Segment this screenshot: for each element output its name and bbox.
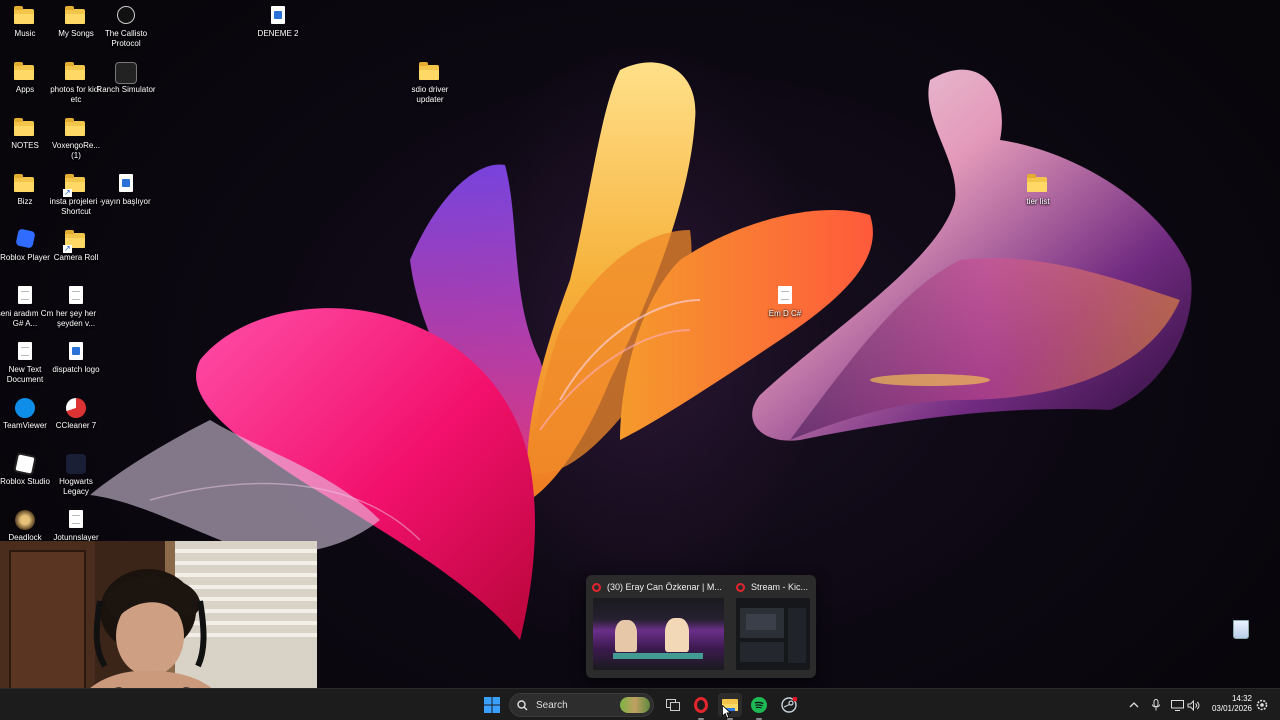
folder-icon [1027,174,1047,192]
teamviewer-icon [15,398,35,418]
opera-gx-icon [736,583,745,592]
icon-label: Em D C# [768,309,802,318]
desktop-icon-deneme-2[interactable]: DENEME 2 [250,6,306,39]
folder-shortcut-icon [65,230,85,248]
icon-label: CCleaner 7 [55,421,97,430]
desktop-icon-em-d-c[interactable]: Em D C# [757,286,813,319]
windows-start-icon [484,697,500,713]
folder-icon [14,62,34,80]
icon-label: Camera Roll [53,253,99,262]
tray-overflow-button[interactable] [1127,693,1141,717]
folder-icon [419,62,439,80]
tray-clock[interactable]: 14:32 03/01/2026 [1200,694,1252,714]
icon-label: yayın başlıyor [101,197,151,206]
icon-label: tier list [1026,197,1050,206]
folder-icon [65,118,85,136]
taskbar-app-steam[interactable] [778,693,800,717]
recycle-bin-icon [1233,620,1249,639]
desktop-icon-tier-list[interactable]: tier list [1010,174,1066,207]
ranch-simulator-icon [115,62,137,84]
callisto-protocol-icon [117,6,135,24]
icon-label: Ranch Simulator [96,85,156,94]
chevron-up-icon [1129,702,1139,708]
file-icon [69,510,83,528]
desktop-icon-callisto-protocol[interactable]: The Callisto Protocol [98,6,154,49]
tray-volume[interactable] [1186,693,1200,717]
desktop-icon-voxengo[interactable]: VoxengoRe... (1) [48,118,104,161]
image-file-icon [69,342,83,360]
deadlock-icon [15,510,35,530]
desktop-icon-hogwarts-legacy[interactable]: Hogwarts Legacy [48,454,104,497]
taskbar-thumbnail-preview: (30) Eray Can Özkenar | M... Stream - Ki… [586,575,816,678]
clock-date: 03/01/2026 [1211,704,1252,713]
desktop-icon-jotunnslayer[interactable]: Jotunnslayer [48,510,104,543]
microphone-icon [1152,699,1160,711]
text-file-icon [18,286,32,304]
gear-icon [1256,699,1268,711]
opera-gx-icon [592,583,601,592]
folder-shortcut-icon [65,174,85,192]
icon-label: DENEME 2 [257,29,299,38]
steam-icon [781,697,797,713]
image-file-icon [271,6,285,24]
tray-microphone[interactable] [1149,693,1163,717]
task-view-button[interactable] [663,693,683,717]
roblox-studio-icon [13,452,37,476]
icon-label: her şey her şeyden v... [55,309,97,328]
icon-label: sdio driver updater [411,85,449,104]
desktop-icon-yayin-basliyor[interactable]: yayın başlıyor [98,174,154,207]
taskbar-search-box[interactable]: Search [509,693,654,717]
network-icon [1170,699,1184,711]
taskbar-app-opera-gx[interactable] [690,693,712,720]
text-file-icon [69,286,83,304]
taskbar-app-spotify[interactable] [748,693,770,720]
search-highlight-icon [620,697,650,713]
folder-icon [65,62,85,80]
icon-label: The Callisto Protocol [104,29,148,48]
folder-icon [65,6,85,24]
desktop-icon-dispatch-logo[interactable]: dispatch logo [48,342,104,375]
ccleaner-icon [66,398,86,418]
desktop-icon-recycle-bin[interactable] [1213,620,1269,640]
preview-thumbnail-stream[interactable] [736,598,810,670]
volume-icon [1187,699,1199,711]
notifications-button[interactable] [1254,693,1270,717]
search-icon [517,699,528,710]
text-file-icon [18,342,32,360]
desktop-icon-her-sey[interactable]: her şey her şeyden v... [48,286,104,329]
hogwarts-legacy-icon [66,454,86,474]
icon-label: Hogwarts Legacy [59,477,93,496]
text-file-icon [778,286,792,304]
start-button[interactable] [480,693,504,717]
desktop-icon-ccleaner[interactable]: CCleaner 7 [48,398,104,431]
folder-icon [14,118,34,136]
icon-label: dispatch logo [52,365,100,374]
preview-window-title[interactable]: (30) Eray Can Özkenar | M... [607,582,723,592]
taskbar: Search 14:32 03/01/2026 [0,688,1280,720]
opera-gx-icon [694,697,708,713]
roblox-icon [14,228,36,249]
desktop-icon-new-text-document[interactable]: New Text Document [0,342,53,385]
desktop-icon-camera-roll[interactable]: Camera Roll [48,230,104,263]
desktop-icon-photos-for-kick[interactable]: photos for kick etc [48,62,104,105]
icon-label: VoxengoRe... (1) [51,141,101,160]
search-placeholder: Search [536,699,568,711]
image-file-icon [119,174,133,192]
mouse-cursor-icon [722,705,732,719]
preview-window-title[interactable]: Stream - Kic... [751,582,811,592]
folder-icon [14,6,34,24]
desktop-icon-ranch-simulator[interactable]: Ranch Simulator [96,62,156,95]
spotify-icon [751,697,767,713]
task-view-icon [666,699,680,711]
clock-time: 14:32 [1231,694,1252,703]
preview-thumbnail-youtube[interactable] [593,598,724,670]
desktop-icon-sdio-driver-updater[interactable]: sdio driver updater [402,62,458,105]
folder-icon [14,174,34,192]
tray-network[interactable] [1170,693,1184,717]
desktop-icon-insta-projeleri[interactable]: insta projeleri - Shortcut [48,174,104,217]
